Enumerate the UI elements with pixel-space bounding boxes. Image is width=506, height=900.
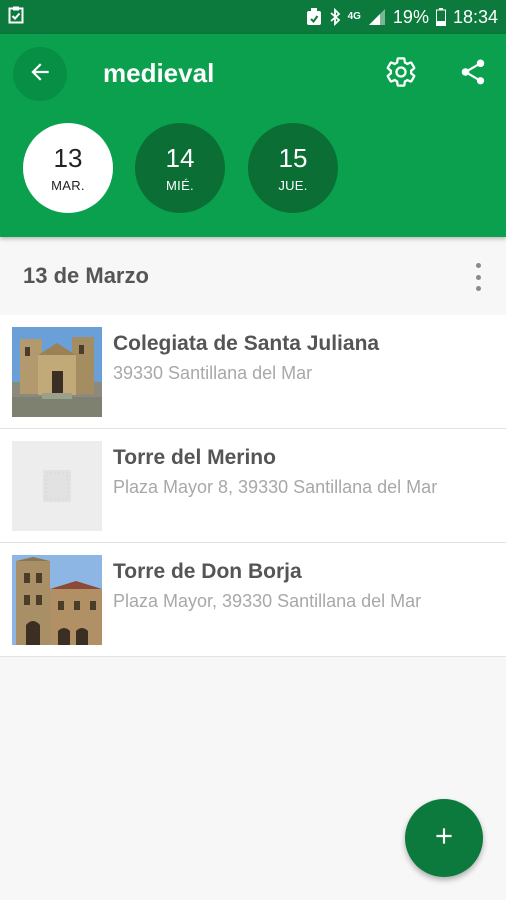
day-chip-13[interactable]: 13 MAR. (23, 123, 113, 213)
place-name: Colegiata de Santa Juliana (113, 332, 380, 355)
list-item[interactable]: Torre del Merino Plaza Mayor 8, 39330 Sa… (0, 429, 506, 543)
more-options-button[interactable] (468, 263, 488, 291)
place-name: Torre del Merino (113, 446, 276, 469)
day-number: 13 (53, 142, 83, 173)
bluetooth-icon (329, 8, 341, 26)
tower-photo (12, 555, 102, 645)
battery-icon (435, 8, 446, 26)
arrow-back-icon (27, 59, 53, 90)
place-address: Plaza Mayor 8, 39330 Santillana del Mar (113, 477, 438, 497)
church-photo (12, 327, 102, 417)
plus-icon (431, 823, 457, 854)
share-button[interactable] (453, 54, 493, 94)
place-name: Torre de Don Borja (113, 560, 302, 583)
list-item[interactable]: Colegiata de Santa Juliana 39330 Santill… (0, 315, 506, 429)
place-list: Colegiata de Santa Juliana 39330 Santill… (0, 315, 506, 657)
clock: 18:34 (452, 6, 498, 27)
day-chip-15[interactable]: 15 JUE. (248, 123, 338, 213)
day-number: 15 (278, 142, 308, 173)
section-header: 13 de Marzo (0, 237, 506, 315)
battery-percent: 19% (392, 6, 429, 27)
page-title: medieval (103, 58, 215, 88)
app-bar: medieval 13 MAR. 14 MIÉ. 15 JUE. (0, 34, 506, 237)
placeholder-image (12, 441, 102, 531)
gear-icon (384, 55, 418, 94)
add-place-button[interactable] (405, 799, 483, 877)
network-type-label: 4G (347, 11, 361, 22)
section-title: 13 de Marzo (23, 263, 149, 288)
clipboard-check-icon (8, 6, 24, 29)
place-address: 39330 Santillana del Mar (113, 363, 313, 383)
day-number: 14 (165, 142, 195, 173)
day-abbr: MIÉ. (166, 177, 194, 193)
settings-button[interactable] (381, 54, 421, 94)
status-bar: 4G 19% 18:34 (0, 0, 506, 34)
day-abbr: MAR. (51, 177, 85, 193)
day-abbr: JUE. (278, 177, 308, 193)
alarm-icon (306, 8, 322, 26)
signal-icon (368, 9, 386, 25)
place-address: Plaza Mayor, 39330 Santillana del Mar (113, 591, 422, 611)
share-icon (458, 57, 488, 92)
day-chip-14[interactable]: 14 MIÉ. (135, 123, 225, 213)
list-item[interactable]: Torre de Don Borja Plaza Mayor, 39330 Sa… (0, 543, 506, 657)
back-button[interactable] (13, 47, 67, 101)
more-vertical-icon (475, 263, 481, 268)
